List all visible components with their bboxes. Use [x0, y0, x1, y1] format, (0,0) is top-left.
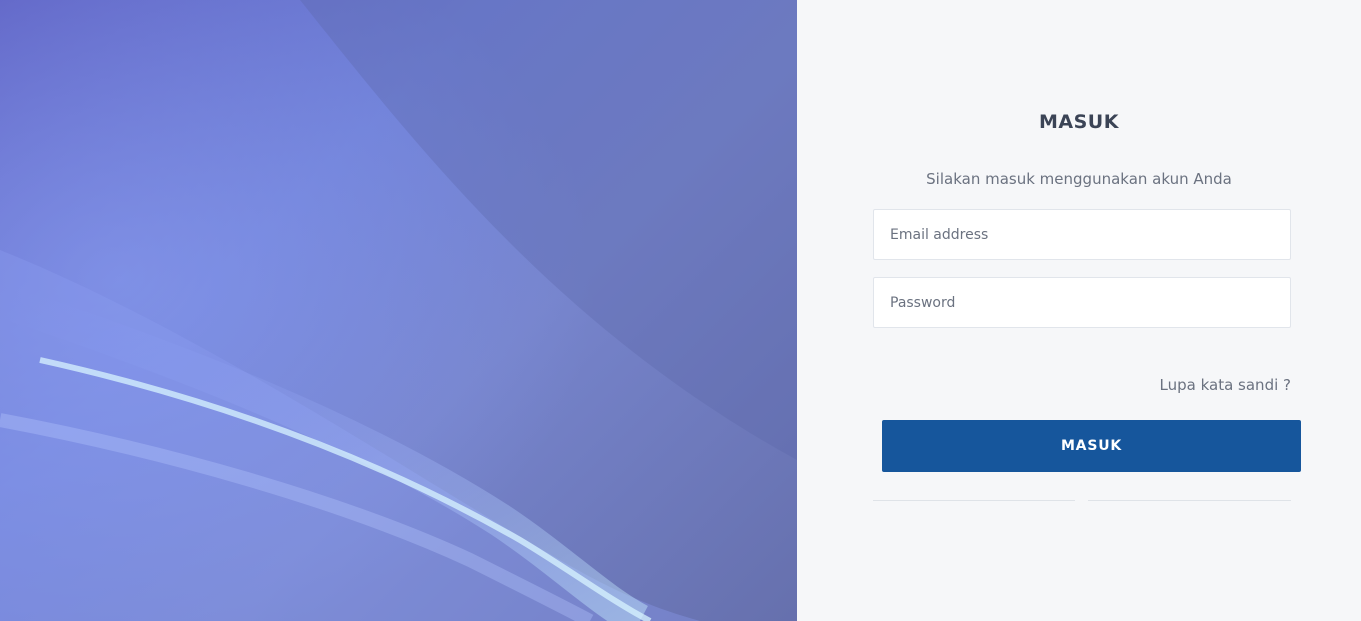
light-wave-graphic — [0, 0, 797, 621]
login-subtitle: Silakan masuk menggunakan akun Anda — [926, 170, 1232, 188]
forgot-password-link[interactable]: Lupa kata sandi ? — [1160, 376, 1291, 394]
divider-left — [873, 500, 1075, 501]
login-title: MASUK — [1039, 111, 1119, 133]
divider-right — [1088, 500, 1291, 501]
login-panel: MASUK Silakan masuk menggunakan akun And… — [797, 0, 1361, 621]
login-submit-button[interactable]: MASUK — [882, 420, 1301, 472]
password-field[interactable] — [873, 277, 1291, 328]
email-field[interactable] — [873, 209, 1291, 260]
hero-background-image — [0, 0, 797, 621]
